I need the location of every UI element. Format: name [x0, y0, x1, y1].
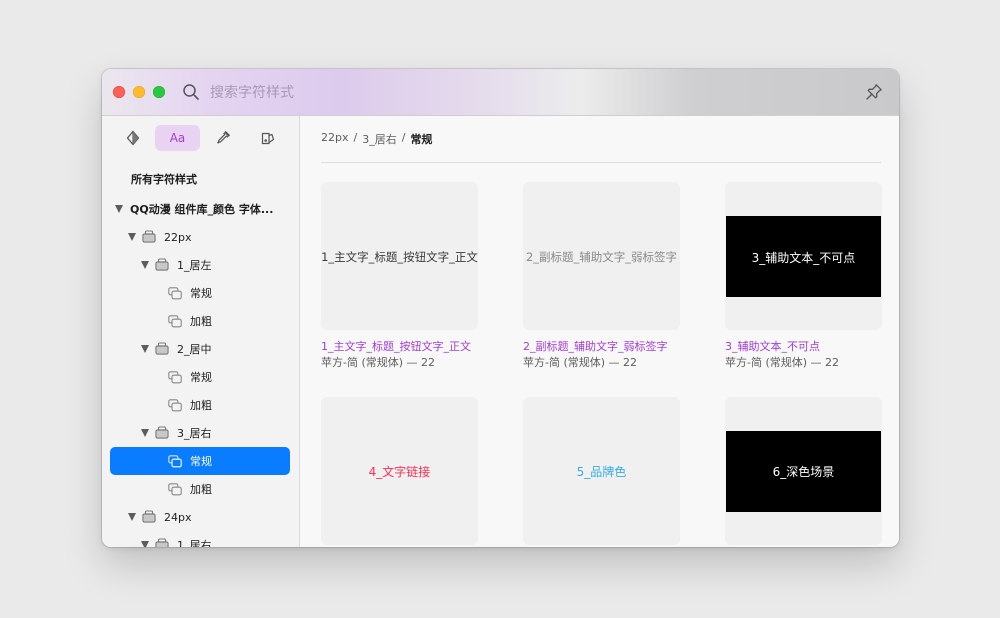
tree-item-style-selected[interactable]: 常规 — [110, 447, 290, 475]
tree-item-label: 3_居右 — [177, 427, 212, 440]
card-preview-text: 3_辅助文本_不可点 — [751, 251, 856, 265]
card-subtitle: 苹方-简 (常规体) — 22 — [321, 356, 436, 369]
style-card[interactable]: 4_文字链接 — [321, 397, 478, 545]
eyedropper-icon — [216, 131, 230, 144]
text-style-icon — [168, 371, 182, 384]
tree-item-label: 2_居中 — [177, 343, 212, 356]
tree-item-group[interactable]: 1_居右 — [110, 531, 290, 547]
tree-item-label: 加粗 — [190, 483, 212, 496]
tab-text-styles-label: Aa — [169, 131, 186, 145]
tree-item-label: 常规 — [190, 371, 212, 384]
tree-item-group[interactable]: 2_居中 — [110, 335, 290, 363]
text-style-icon — [168, 455, 182, 468]
section-title: 所有字符样式 — [131, 173, 197, 186]
folder-group-icon — [155, 538, 169, 547]
tree-item-label: 常规 — [190, 287, 212, 300]
sidebar: Aa 所有字符样式 QQ动漫 组件库_颜色 字体... 22px 1_居左 常规… — [102, 116, 300, 547]
card-title: 3_辅助文本_不可点 — [725, 340, 820, 353]
tab-components[interactable] — [110, 125, 155, 151]
breadcrumb-item[interactable]: 3_居右 — [362, 131, 397, 147]
tree-item-label: 1_居左 — [177, 259, 212, 272]
text-style-icon — [168, 483, 182, 496]
card-subtitle: 苹方-简 (常规体) — 22 — [725, 356, 840, 369]
style-card[interactable]: 2_副标题_辅助文字_弱标签字 — [523, 182, 680, 330]
card-preview-text: 5_品牌色 — [576, 465, 627, 479]
breadcrumb-item[interactable]: 22px — [321, 131, 349, 147]
breadcrumb-current: 常规 — [410, 133, 433, 146]
tree-item-group[interactable]: 3_居右 — [110, 419, 290, 447]
chevron-down-icon[interactable] — [141, 429, 149, 437]
tree-item-label: 22px — [164, 230, 192, 244]
breadcrumb-separator: / — [401, 131, 406, 144]
style-tree: QQ动漫 组件库_颜色 字体... 22px 1_居左 常规 加粗 2_居中 常… — [110, 195, 292, 547]
tree-item-style[interactable]: 加粗 — [110, 475, 290, 503]
breadcrumb: 22px / 3_居右 / 常规 — [321, 131, 432, 147]
tree-item-style[interactable]: 常规 — [110, 363, 290, 391]
card-title: 1_主文字_标题_按钮文字_正文 — [321, 340, 471, 353]
chevron-down-icon[interactable] — [141, 541, 149, 547]
tree-item-style[interactable]: 加粗 — [110, 391, 290, 419]
tree-item-label: 加粗 — [190, 315, 212, 328]
text-style-icon — [168, 315, 182, 328]
tree-item-label: 24px — [164, 510, 192, 524]
style-card[interactable]: 5_品牌色 — [523, 397, 680, 545]
minimize-window-button[interactable] — [133, 86, 145, 98]
chevron-down-icon[interactable] — [141, 261, 149, 269]
style-card[interactable]: 6_深色场景 — [725, 397, 882, 545]
chevron-down-icon[interactable] — [141, 345, 149, 353]
folder-group-icon — [155, 342, 169, 355]
card-preview-text: 6_深色场景 — [772, 465, 835, 479]
close-window-button[interactable] — [113, 86, 125, 98]
tab-layer-styles[interactable] — [245, 125, 290, 151]
tree-item-style[interactable]: 加粗 — [110, 307, 290, 335]
sidebar-tabs: Aa — [102, 125, 299, 151]
search-input[interactable] — [210, 81, 510, 105]
card-preview-text: 4_文字链接 — [368, 465, 431, 479]
card-preview-text: 1_主文字_标题_按钮文字_正文 — [321, 250, 478, 264]
paint-bucket-icon — [261, 132, 274, 145]
chevron-down-icon[interactable] — [128, 233, 136, 241]
maximize-window-button[interactable] — [153, 86, 165, 98]
tree-item-group[interactable]: 24px — [110, 503, 290, 531]
text-style-icon — [168, 287, 182, 300]
library-name: QQ动漫 组件库_颜色 字体... — [130, 203, 274, 216]
tab-colors[interactable] — [200, 125, 245, 151]
card-preview-text: 2_副标题_辅助文字_弱标签字 — [525, 250, 678, 264]
chevron-down-icon[interactable] — [115, 205, 123, 213]
folder-group-icon — [155, 426, 169, 439]
chevron-down-icon[interactable] — [128, 513, 136, 521]
tree-item-group[interactable]: 22px — [110, 223, 290, 251]
app-window: Aa 所有字符样式 QQ动漫 组件库_颜色 字体... — [102, 69, 899, 547]
folder-group-icon — [155, 258, 169, 271]
search-icon — [183, 84, 199, 100]
folder-group-icon — [142, 510, 156, 523]
tree-item-style[interactable]: 常规 — [110, 279, 290, 307]
folder-group-icon — [142, 230, 156, 243]
title-bar — [102, 69, 899, 116]
pin-icon[interactable] — [864, 82, 884, 102]
divider — [321, 162, 881, 163]
tree-item-library[interactable]: QQ动漫 组件库_颜色 字体... — [110, 195, 290, 223]
style-card[interactable]: 1_主文字_标题_按钮文字_正文 — [321, 182, 478, 330]
style-card[interactable]: 3_辅助文本_不可点 — [725, 182, 882, 330]
card-subtitle: 苹方-简 (常规体) — 22 — [523, 356, 638, 369]
tree-item-label: 1_居右 — [177, 539, 212, 547]
card-title: 2_副标题_辅助文字_弱标签字 — [523, 340, 668, 353]
tree-item-group[interactable]: 1_居左 — [110, 251, 290, 279]
breadcrumb-separator: / — [353, 131, 358, 144]
diamond-icon — [126, 130, 139, 146]
content-area: 22px / 3_居右 / 常规 1_主文字_标题_按钮文字_正文 1_主文字_… — [301, 116, 899, 547]
tree-item-label: 加粗 — [190, 399, 212, 412]
text-style-icon — [168, 399, 182, 412]
tab-text-styles[interactable]: Aa — [155, 125, 200, 151]
tree-item-label: 常规 — [190, 455, 212, 468]
